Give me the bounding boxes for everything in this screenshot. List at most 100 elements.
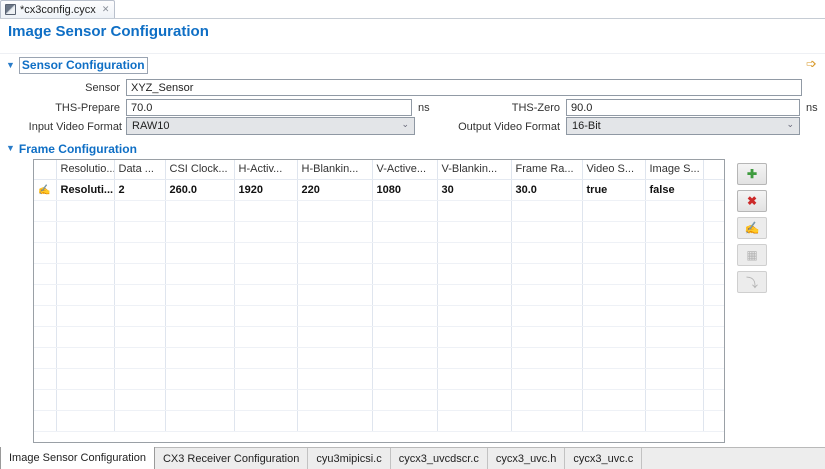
empty-cell <box>34 389 57 411</box>
empty-cell <box>165 389 235 411</box>
input-video-format-select[interactable]: RAW10 ⌄ <box>126 117 415 135</box>
col-v-active[interactable]: V-Active... <box>372 160 438 180</box>
empty-cell <box>511 263 583 285</box>
empty-cell <box>234 326 298 348</box>
empty-cell <box>511 200 583 222</box>
empty-cell <box>234 200 298 222</box>
empty-cell <box>703 242 724 264</box>
sensor-section-header[interactable]: ▼ Sensor Configuration <box>6 57 148 74</box>
table-row-empty[interactable] <box>34 305 724 327</box>
copy-row-button[interactable]: ▦ <box>737 244 767 266</box>
col-data-lanes[interactable]: Data ... <box>114 160 166 180</box>
cell-frame-rate[interactable]: 30.0 <box>511 179 583 201</box>
table-row-empty[interactable] <box>34 389 724 411</box>
table-row-empty[interactable] <box>34 347 724 369</box>
tab-cx3-receiver-configuration[interactable]: CX3 Receiver Configuration <box>155 448 309 469</box>
table-row[interactable]: ✍ Resoluti... 2 260.0 1920 220 1080 30 3… <box>34 179 724 201</box>
tab-image-sensor-configuration[interactable]: Image Sensor Configuration <box>0 447 155 469</box>
cell-resolution[interactable]: Resoluti... <box>56 179 115 201</box>
empty-cell <box>34 326 57 348</box>
tab-cyu3mipicsi-c[interactable]: cyu3mipicsi.c <box>308 448 391 469</box>
ths-prepare-input[interactable] <box>126 99 412 116</box>
close-icon[interactable]: ✕ <box>100 4 110 15</box>
collapse-triangle-icon[interactable]: ▼ <box>6 61 15 70</box>
frame-section-header[interactable]: ▼ Frame Configuration <box>6 141 137 156</box>
col-video-s[interactable]: Video S... <box>582 160 646 180</box>
table-row-empty[interactable] <box>34 410 724 432</box>
frame-section-title[interactable]: Frame Configuration <box>19 142 137 156</box>
ths-zero-input[interactable] <box>566 99 800 116</box>
cell-data-lanes[interactable]: 2 <box>114 179 166 201</box>
empty-cell <box>582 284 646 306</box>
col-frame-rate[interactable]: Frame Ra... <box>511 160 583 180</box>
empty-cell <box>34 263 57 285</box>
empty-cell <box>165 305 235 327</box>
empty-cell <box>297 410 373 432</box>
tab-strip-divider <box>0 18 825 19</box>
cell-v-blanking[interactable]: 30 <box>437 179 512 201</box>
empty-cell <box>114 284 166 306</box>
empty-cell <box>372 410 438 432</box>
empty-cell <box>645 347 704 369</box>
empty-cell <box>511 389 583 411</box>
sensor-section-title[interactable]: Sensor Configuration <box>18 57 148 74</box>
empty-cell <box>511 305 583 327</box>
table-row-empty[interactable] <box>34 263 724 285</box>
cell-video-s[interactable]: true <box>582 179 646 201</box>
collapse-triangle-icon[interactable]: ▼ <box>6 144 15 153</box>
empty-cell <box>114 200 166 222</box>
empty-cell <box>645 326 704 348</box>
empty-cell <box>703 284 724 306</box>
editor-tab-title: *cx3config.cycx <box>20 3 96 16</box>
sensor-input[interactable] <box>126 79 802 96</box>
table-row-empty[interactable] <box>34 242 724 264</box>
cell-h-active[interactable]: 1920 <box>234 179 298 201</box>
table-row-empty[interactable] <box>34 368 724 390</box>
col-spare <box>703 160 724 180</box>
cell-csi-clock[interactable]: 260.0 <box>165 179 235 201</box>
empty-cell <box>297 368 373 390</box>
empty-cell <box>582 221 646 243</box>
empty-cell <box>703 263 724 285</box>
empty-cell <box>34 200 57 222</box>
add-row-button[interactable]: ✚ <box>737 163 767 185</box>
empty-cell <box>437 347 512 369</box>
tab-cycx3-uvc-h[interactable]: cycx3_uvc.h <box>488 448 566 469</box>
empty-cell <box>703 368 724 390</box>
cell-image-s[interactable]: false <box>645 179 704 201</box>
table-row-empty[interactable] <box>34 221 724 243</box>
cell-h-blanking[interactable]: 220 <box>297 179 373 201</box>
edit-row-button[interactable]: ✍ <box>737 217 767 239</box>
goto-arrow-icon[interactable]: ➩ <box>806 57 817 70</box>
empty-cell <box>56 221 115 243</box>
empty-cell <box>297 263 373 285</box>
col-csi-clock[interactable]: CSI Clock... <box>165 160 235 180</box>
empty-cell <box>437 284 512 306</box>
empty-cell <box>645 305 704 327</box>
empty-cell <box>703 347 724 369</box>
move-row-button[interactable]: ⤵ <box>737 271 767 293</box>
col-resolution[interactable]: Resolutio... <box>56 160 115 180</box>
empty-cell <box>234 389 298 411</box>
col-v-blanking[interactable]: V-Blankin... <box>437 160 512 180</box>
table-row-empty[interactable] <box>34 200 724 222</box>
empty-cell <box>114 410 166 432</box>
tab-cycx3-uvc-c[interactable]: cycx3_uvc.c <box>565 448 643 469</box>
editor-tab-cx3config[interactable]: *cx3config.cycx ✕ <box>0 0 116 18</box>
output-video-format-select[interactable]: 16-Bit ⌄ <box>566 117 800 135</box>
empty-cell <box>234 410 298 432</box>
col-h-active[interactable]: H-Activ... <box>234 160 298 180</box>
table-row-empty[interactable] <box>34 326 724 348</box>
table-row-empty[interactable] <box>34 284 724 306</box>
editor-tab-strip: *cx3config.cycx ✕ <box>0 0 825 19</box>
tab-cycx3-uvcdscr-c[interactable]: cycx3_uvcdscr.c <box>391 448 488 469</box>
empty-cell <box>703 221 724 243</box>
delete-row-button[interactable]: ✖ <box>737 190 767 212</box>
cell-v-active[interactable]: 1080 <box>372 179 438 201</box>
output-video-format-value: 16-Bit <box>572 120 601 132</box>
empty-cell <box>114 368 166 390</box>
col-h-blanking[interactable]: H-Blankin... <box>297 160 373 180</box>
empty-cell <box>34 347 57 369</box>
col-image-s[interactable]: Image S... <box>645 160 704 180</box>
empty-cell <box>34 284 57 306</box>
